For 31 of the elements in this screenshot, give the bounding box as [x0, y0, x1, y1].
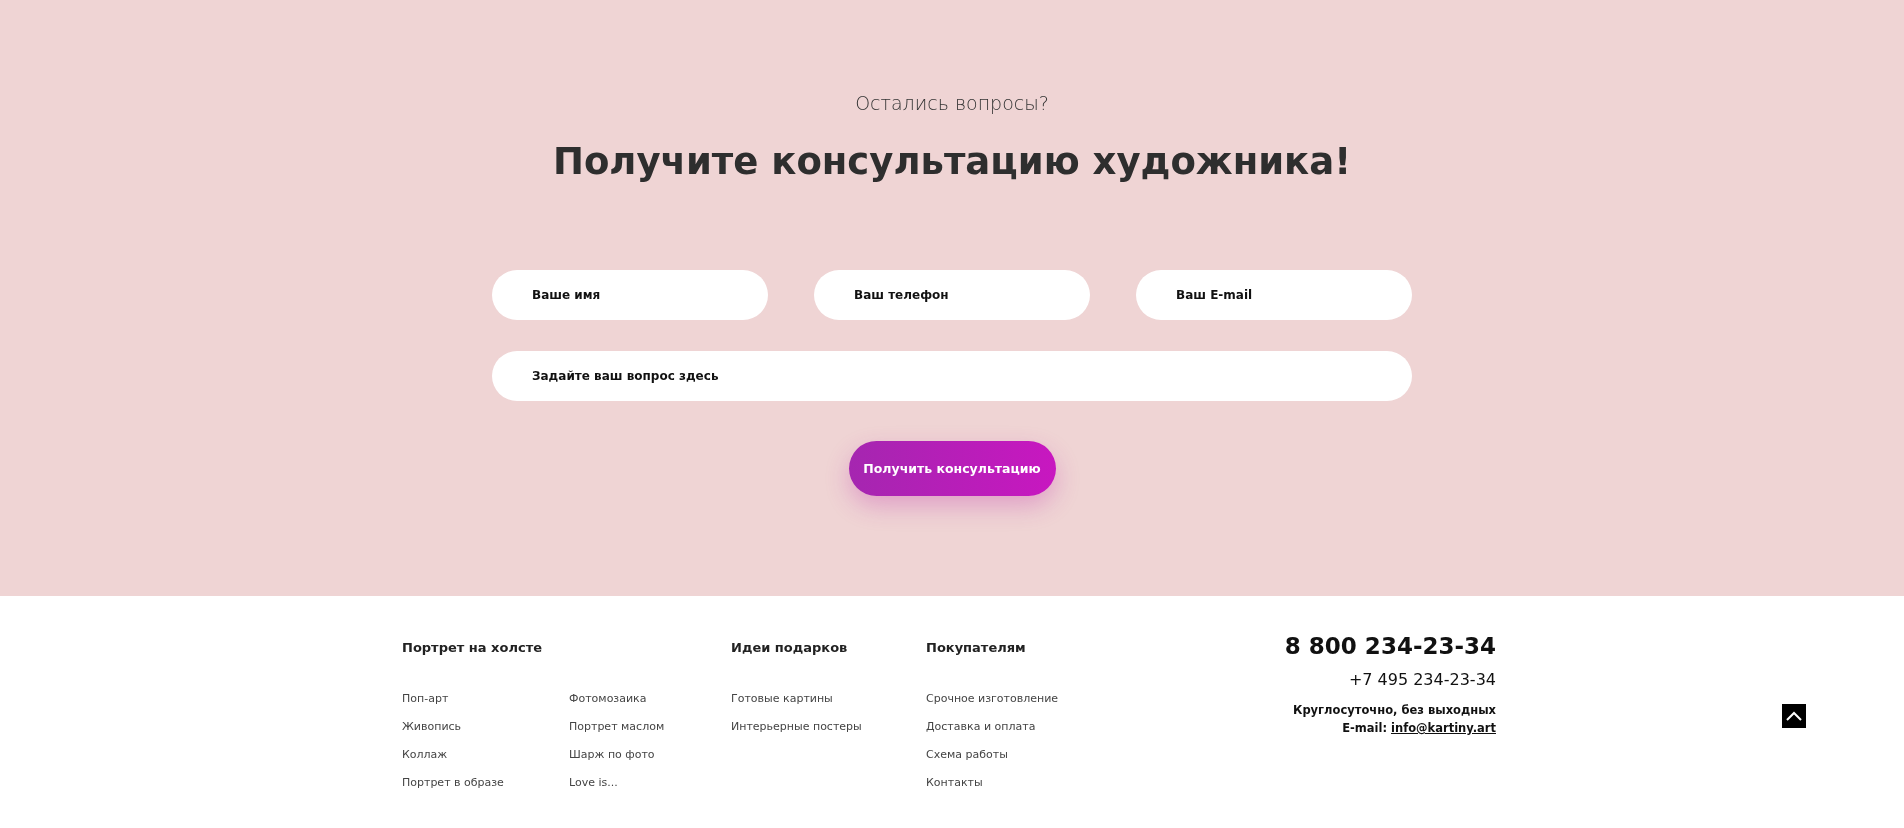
footer-link[interactable]: Срочное изготовление	[926, 690, 1069, 707]
footer-link[interactable]: Фотомозаика	[569, 690, 712, 707]
scroll-top-button[interactable]	[1782, 704, 1806, 728]
footer-link[interactable]: Шарж по фото	[569, 746, 712, 763]
footer-link[interactable]: Коллаж	[402, 746, 545, 763]
footer-heading: Портрет на холсте	[402, 640, 543, 657]
input-field[interactable]: Ваш E-mail	[1136, 270, 1412, 320]
hours-text: Круглосуточно, без выходных	[1293, 703, 1496, 717]
submit-button[interactable]: Получить консультацию	[848, 441, 1056, 496]
section-subtitle: Остались вопросы?	[855, 92, 1049, 114]
footer-link[interactable]: Схема работы	[926, 746, 1069, 763]
phone-number[interactable]: 8 800 234-23-34	[1284, 633, 1496, 659]
chevron-up-icon	[1786, 711, 1802, 721]
footer-heading: Идеи подарков	[731, 640, 849, 657]
footer-link[interactable]: Живопись	[402, 718, 545, 735]
footer-link[interactable]: Контакты	[926, 774, 1069, 791]
question-field[interactable]: Задайте ваш вопрос здесь	[492, 351, 1412, 401]
footer-heading: Покупателям	[926, 640, 1027, 657]
email-link[interactable]: info@kartiny.art	[1391, 721, 1496, 735]
footer-link[interactable]: Портрет в образе	[402, 774, 545, 791]
section-title: Получите консультацию художника!	[552, 140, 1352, 183]
footer-link[interactable]: Доставка и оплата	[926, 718, 1069, 735]
footer-link[interactable]: Love is...	[569, 774, 712, 791]
phone-number[interactable]: +7 495 234-23-34	[1348, 670, 1496, 689]
email-text: E-mail: info@kartiny.art	[1342, 721, 1496, 735]
footer-link[interactable]: Готовые картины	[731, 690, 874, 707]
footer-link[interactable]: Портрет маслом	[569, 718, 712, 735]
footer-link[interactable]: Поп-арт	[402, 690, 545, 707]
footer-link[interactable]: Интерьерные постеры	[731, 718, 874, 735]
input-field[interactable]: Ваше имя	[492, 270, 768, 320]
input-field[interactable]: Ваш телефон	[814, 270, 1090, 320]
